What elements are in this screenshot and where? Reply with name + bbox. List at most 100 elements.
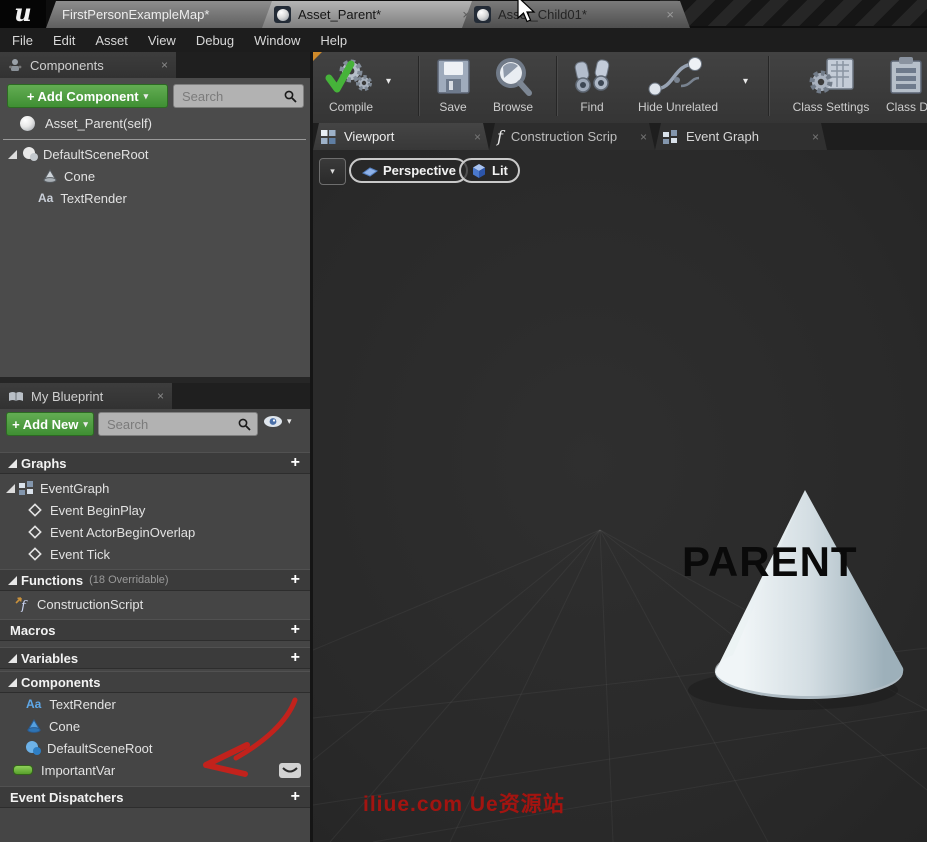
viewport-canvas[interactable]: PARENT ▾ Perspective Lit iliue.com Ue资源站 (313, 150, 927, 842)
section-header-macros[interactable]: Macros + (0, 619, 310, 641)
class-defaults-button[interactable]: Class D (885, 56, 927, 114)
menu-file[interactable]: File (12, 33, 33, 48)
myblueprint-panel-tabstrip: My Blueprint × (0, 383, 310, 409)
hide-unrelated-button[interactable]: Hide Unrelated (633, 56, 723, 114)
viewport-options-dropdown[interactable]: ▾ (319, 158, 346, 185)
lit-mode-button[interactable]: Lit (459, 158, 520, 183)
add-macro-button[interactable]: + (291, 622, 300, 638)
add-new-button[interactable]: + Add New ▾ (6, 412, 94, 436)
tree-item-label: TextRender (60, 191, 126, 206)
compile-options-chevron-icon[interactable]: ▾ (386, 76, 391, 87)
expander-icon[interactable] (6, 484, 15, 493)
hide-unrelated-label: Hide Unrelated (638, 100, 718, 114)
event-node-icon (28, 547, 42, 561)
tab-viewport[interactable]: Viewport × (313, 123, 489, 150)
section-header-components[interactable]: Components (0, 671, 310, 693)
tab-asset-parent[interactable]: Asset_Parent* × (262, 1, 486, 28)
expander-icon[interactable] (8, 150, 17, 159)
section-header-functions[interactable]: Functions (18 Overridable) + (0, 569, 310, 591)
text-render-object[interactable]: PARENT (682, 538, 858, 586)
menu-asset[interactable]: Asset (95, 33, 128, 48)
find-button[interactable]: Find (569, 56, 615, 114)
eye-closed-icon (282, 766, 298, 775)
tab-components-panel[interactable]: Components × (0, 52, 176, 78)
compile-icon (321, 56, 381, 98)
tree-item-label: Cone (64, 169, 95, 184)
variable-visibility-toggle[interactable] (279, 763, 301, 778)
perspective-label: Perspective (383, 163, 456, 178)
tab-construction-script[interactable]: f Construction Scrip × (489, 123, 655, 150)
row-var-importantvar[interactable]: ImportantVar (0, 759, 310, 781)
save-label: Save (439, 100, 466, 114)
functions-overridable-hint: (18 Overridable) (89, 574, 168, 586)
tab-label: FirstPersonExampleMap* (62, 7, 209, 22)
add-graph-button[interactable]: + (291, 455, 300, 471)
row-var-cone[interactable]: Cone (0, 715, 336, 737)
tab-label: Event Graph (686, 129, 759, 144)
expander-icon (8, 654, 17, 663)
close-icon[interactable]: × (143, 389, 164, 403)
row-var-defaultsceneroot[interactable]: DefaultSceneRoot (0, 737, 334, 759)
toolbar-separator (556, 56, 557, 116)
tree-row-self[interactable]: Asset_Parent(self) (0, 112, 330, 134)
save-icon (433, 56, 473, 98)
component-var-label: DefaultSceneRoot (47, 741, 153, 756)
visibility-filter-button[interactable]: ▾ (263, 415, 292, 428)
tree-row-textrender[interactable]: Aa TextRender (0, 187, 348, 209)
close-icon[interactable]: × (802, 130, 819, 144)
close-icon[interactable]: × (147, 58, 168, 72)
close-icon[interactable]: × (662, 7, 678, 22)
tab-asset-child01[interactable]: Asset_Child01* × (462, 1, 690, 28)
tab-level-firstpersonexamplemap[interactable]: FirstPersonExampleMap* (46, 1, 294, 28)
compile-button[interactable]: Compile (321, 56, 381, 114)
menu-debug[interactable]: Debug (196, 33, 234, 48)
add-dispatcher-button[interactable]: + (291, 789, 300, 805)
section-header-variables[interactable]: Variables + (0, 647, 310, 669)
row-constructionscript[interactable]: f ConstructionScript (0, 593, 324, 615)
scene-root-icon (21, 146, 39, 162)
components-panel-tabstrip: Components × (0, 52, 310, 78)
close-icon[interactable]: × (630, 130, 647, 144)
save-button[interactable]: Save (433, 56, 473, 114)
menu-window[interactable]: Window (254, 33, 300, 48)
tab-my-blueprint[interactable]: My Blueprint × (0, 383, 172, 409)
close-icon[interactable]: × (464, 130, 481, 144)
lit-label: Lit (492, 163, 508, 178)
section-header-event-dispatchers[interactable]: Event Dispatchers + (0, 786, 310, 808)
menu-edit[interactable]: Edit (53, 33, 75, 48)
hide-unrelated-chevron-icon[interactable]: ▾ (743, 76, 748, 87)
row-var-textrender[interactable]: Aa TextRender (0, 693, 336, 715)
perspective-button[interactable]: Perspective (349, 158, 468, 183)
cone-icon (26, 719, 42, 734)
event-node-icon (28, 525, 42, 539)
tree-row-cone[interactable]: Cone (0, 165, 352, 187)
section-title: Variables (21, 651, 78, 666)
self-item-label: Asset_Parent(self) (45, 116, 152, 131)
tab-event-graph[interactable]: Event Graph × (655, 123, 827, 150)
event-label: Event BeginPlay (50, 503, 145, 518)
component-var-label: TextRender (49, 697, 115, 712)
row-eventgraph[interactable]: EventGraph (0, 477, 314, 499)
browse-button[interactable]: Browse (491, 56, 535, 114)
menu-view[interactable]: View (148, 33, 176, 48)
section-title: Event Dispatchers (10, 790, 123, 805)
add-function-button[interactable]: + (291, 572, 300, 588)
search-icon (284, 90, 297, 103)
add-component-button[interactable]: + Add Component ▾ (7, 84, 168, 108)
components-search-input[interactable] (180, 88, 284, 105)
add-variable-button[interactable]: + (291, 650, 300, 666)
section-header-graphs[interactable]: Graphs + (0, 452, 310, 474)
section-title: Graphs (21, 456, 67, 471)
unreal-blueprint-editor: u FirstPersonExampleMap* Asset_Parent* ×… (0, 0, 927, 842)
myblueprint-search-input[interactable] (105, 416, 238, 433)
tab-label: Asset_Child01* (498, 7, 587, 22)
row-event-tick[interactable]: Event Tick (0, 543, 338, 565)
myblueprint-panel-body: + Add New ▾ ▾ Graphs + (0, 409, 310, 842)
row-event-actorbeginoverlap[interactable]: Event ActorBeginOverlap (0, 521, 338, 543)
row-event-beginplay[interactable]: Event BeginPlay (0, 499, 338, 521)
chevron-down-icon: ▾ (144, 91, 149, 102)
tree-row-defaultsceneroot[interactable]: DefaultSceneRoot (0, 143, 316, 165)
cone-mesh[interactable] (313, 150, 927, 842)
class-settings-button[interactable]: Class Settings (791, 56, 871, 114)
menu-help[interactable]: Help (320, 33, 347, 48)
